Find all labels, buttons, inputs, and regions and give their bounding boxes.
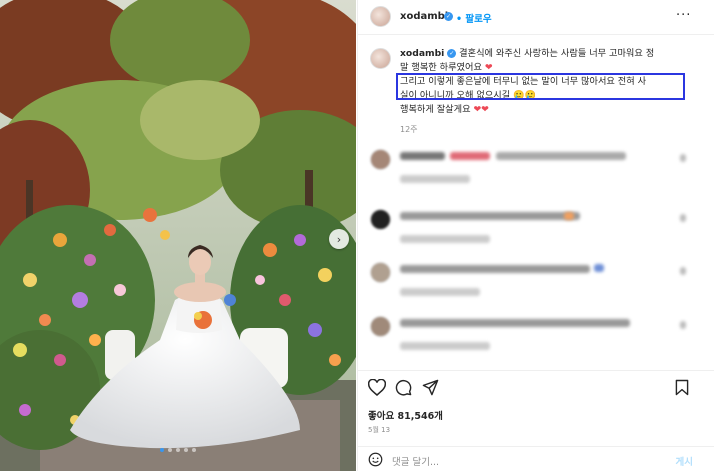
heart-icon[interactable]: [368, 379, 386, 396]
comment-row: [358, 312, 714, 362]
comment-like-icon[interactable]: [680, 154, 686, 162]
comment-avatar[interactable]: [370, 262, 391, 283]
comment-text: [400, 319, 630, 327]
more-options-icon[interactable]: ···: [676, 8, 691, 23]
caption-avatar[interactable]: [370, 48, 391, 69]
heart-emoji: ❤❤: [473, 104, 489, 115]
comment-avatar[interactable]: [370, 209, 391, 230]
comment-text: [496, 152, 626, 160]
caption-line-2: 말 행복한 하루였어요: [400, 62, 482, 73]
caption-username[interactable]: xodambi: [400, 48, 444, 59]
highlight-box: [396, 73, 685, 100]
comment-username: [400, 152, 445, 160]
caption-line-1: 결혼식에 와주신 사랑하는 사람들 너무 고마워요 정: [459, 48, 655, 59]
heart-emoji: ❤: [484, 62, 493, 73]
carousel-dot: [168, 448, 172, 452]
instagram-post: › xodambi ✓ • 팔로우 ··· xodambi ✓ 결혼식에 와주신…: [0, 0, 714, 471]
carousel-indicator: [0, 448, 356, 452]
chevron-right-icon: ›: [336, 232, 342, 246]
next-photo-button[interactable]: ›: [329, 229, 349, 249]
comment-icon[interactable]: [395, 379, 412, 396]
post-photo[interactable]: ›: [0, 0, 356, 471]
comment-avatar[interactable]: [370, 316, 391, 337]
comment-like-icon[interactable]: [680, 267, 686, 275]
wedding-photo-illustration: [0, 0, 356, 471]
caption-line-4: 행복하게 잘살게요: [400, 104, 471, 115]
comment-text: [450, 152, 490, 160]
carousel-dot: [176, 448, 180, 452]
comment-text: [400, 212, 580, 220]
follow-label: 팔로우: [465, 14, 492, 25]
comment-input[interactable]: 댓글 달기...: [392, 454, 439, 468]
bookmark-icon[interactable]: [675, 379, 689, 396]
post-comment-button[interactable]: 게시: [676, 454, 693, 468]
carousel-dot: [184, 448, 188, 452]
emoji-icon[interactable]: [368, 452, 383, 467]
comment-avatar[interactable]: [370, 149, 391, 170]
avatar[interactable]: [370, 6, 391, 27]
comment-like-icon[interactable]: [680, 214, 686, 222]
caption-time: 12주: [400, 125, 418, 134]
comment-meta: [400, 288, 480, 296]
carousel-dot: [160, 448, 164, 452]
share-icon[interactable]: [422, 379, 439, 396]
comment-emoji: [594, 264, 604, 272]
comment-row: [358, 258, 714, 308]
username[interactable]: xodambi: [400, 11, 448, 22]
comment-emoji: [564, 212, 574, 220]
verified-icon: ✓: [447, 49, 457, 58]
verified-icon: ✓: [444, 12, 453, 21]
comment-row: [358, 145, 714, 195]
post-header: xodambi ✓ • 팔로우 ···: [358, 0, 714, 35]
carousel-dot: [192, 448, 196, 452]
comment-meta: [400, 175, 470, 183]
comment-text: [400, 265, 590, 273]
comment-meta: [400, 342, 490, 350]
comment-meta: [400, 235, 490, 243]
like-count[interactable]: 좋아요 81,546개: [368, 408, 443, 422]
comment-bar: 댓글 달기... 게시: [358, 446, 714, 472]
post-side-panel: xodambi ✓ • 팔로우 ··· xodambi ✓ 결혼식에 와주신 사…: [357, 0, 714, 471]
comment-row: [358, 205, 714, 255]
post-date: 5월 13: [368, 426, 391, 434]
comment-like-icon[interactable]: [680, 321, 686, 329]
follow-button[interactable]: • 팔로우: [456, 11, 492, 25]
